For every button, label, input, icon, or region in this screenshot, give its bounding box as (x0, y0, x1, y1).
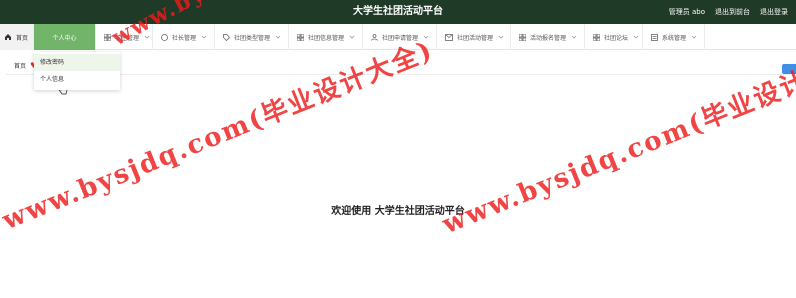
top-nav: 首页 个人中心 学生管理 社长管理 社团类型管理 社团信息管理 社团申请管理 社… (0, 24, 796, 50)
nav-club-type-mgmt[interactable]: 社团类型管理 (215, 24, 289, 50)
chevron-down-icon (274, 33, 282, 41)
nav-home-label: 首页 (16, 34, 29, 42)
nav-system-mgmt[interactable]: 系统管理 (643, 24, 705, 50)
chevron-down-icon (348, 33, 356, 41)
list-icon (651, 33, 658, 41)
nav-personal-center[interactable]: 个人中心 (34, 24, 96, 50)
home-icon (4, 33, 12, 41)
nav-president-mgmt-label: 社长管理 (172, 34, 197, 42)
menu-item-change-password[interactable]: 修改密码 (34, 54, 120, 71)
chevron-down-icon (143, 33, 151, 41)
welcome-message: 欢迎使用 大学生社团活动平台 (331, 206, 465, 217)
tag-icon (223, 33, 230, 41)
nav-forum[interactable]: 社团论坛 (585, 24, 643, 50)
nav-student-mgmt-label: 学生管理 (115, 34, 140, 42)
mail-icon (445, 33, 453, 41)
chevron-down-icon (422, 33, 430, 41)
person-icon (371, 33, 378, 41)
top-header: 大学生社团活动平台 管理员 abo 退出到前台 退出登录 (0, 0, 796, 24)
header-actions: 管理员 abo 退出到前台 退出登录 (669, 0, 788, 24)
nav-club-type-mgmt-label: 社团类型管理 (234, 34, 271, 42)
grid-icon (593, 33, 600, 41)
grid-icon (297, 33, 304, 41)
nav-signup-mgmt-label: 活动报名管理 (530, 34, 567, 42)
personal-center-dropdown: 修改密码 个人信息 (34, 52, 120, 90)
nav-forum-label: 社团论坛 (604, 34, 629, 42)
chevron-down-icon (632, 33, 640, 41)
grid-icon (104, 33, 111, 41)
nav-club-apply-mgmt-label: 社团申请管理 (382, 34, 419, 42)
front-link[interactable]: 退出到前台 (715, 7, 750, 17)
nav-signup-mgmt[interactable]: 活动报名管理 (511, 24, 585, 50)
nav-student-mgmt[interactable]: 学生管理 (96, 24, 153, 50)
grid-icon (519, 33, 526, 41)
divider (6, 74, 790, 75)
nav-home[interactable]: 首页 (0, 24, 34, 50)
chevron-down-icon (570, 33, 578, 41)
nav-personal-center-label: 个人中心 (52, 34, 77, 42)
menu-item-personal-info[interactable]: 个人信息 (34, 71, 120, 88)
page: 大学生社团活动平台 管理员 abo 退出到前台 退出登录 首页 个人中心 学生管… (0, 0, 796, 298)
nav-club-apply-mgmt[interactable]: 社团申请管理 (363, 24, 437, 50)
nav-club-info-mgmt-label: 社团信息管理 (308, 34, 345, 42)
chevron-down-icon (200, 33, 208, 41)
nav-president-mgmt[interactable]: 社长管理 (153, 24, 215, 50)
current-user: 管理员 abo (668, 8, 705, 16)
circle-icon (161, 33, 168, 41)
nav-club-info-mgmt[interactable]: 社团信息管理 (289, 24, 363, 50)
chevron-down-icon (497, 33, 505, 41)
nav-club-activity-mgmt[interactable]: 社团活动管理 (437, 24, 511, 50)
nav-club-activity-mgmt-label: 社团活动管理 (457, 34, 494, 42)
side-tab-icon[interactable] (782, 64, 796, 74)
breadcrumb-home[interactable]: 首页 (14, 61, 26, 70)
chevron-down-icon (690, 33, 698, 41)
nav-system-mgmt-label: 系统管理 (662, 34, 687, 42)
logout-link[interactable]: 退出登录 (760, 7, 788, 17)
